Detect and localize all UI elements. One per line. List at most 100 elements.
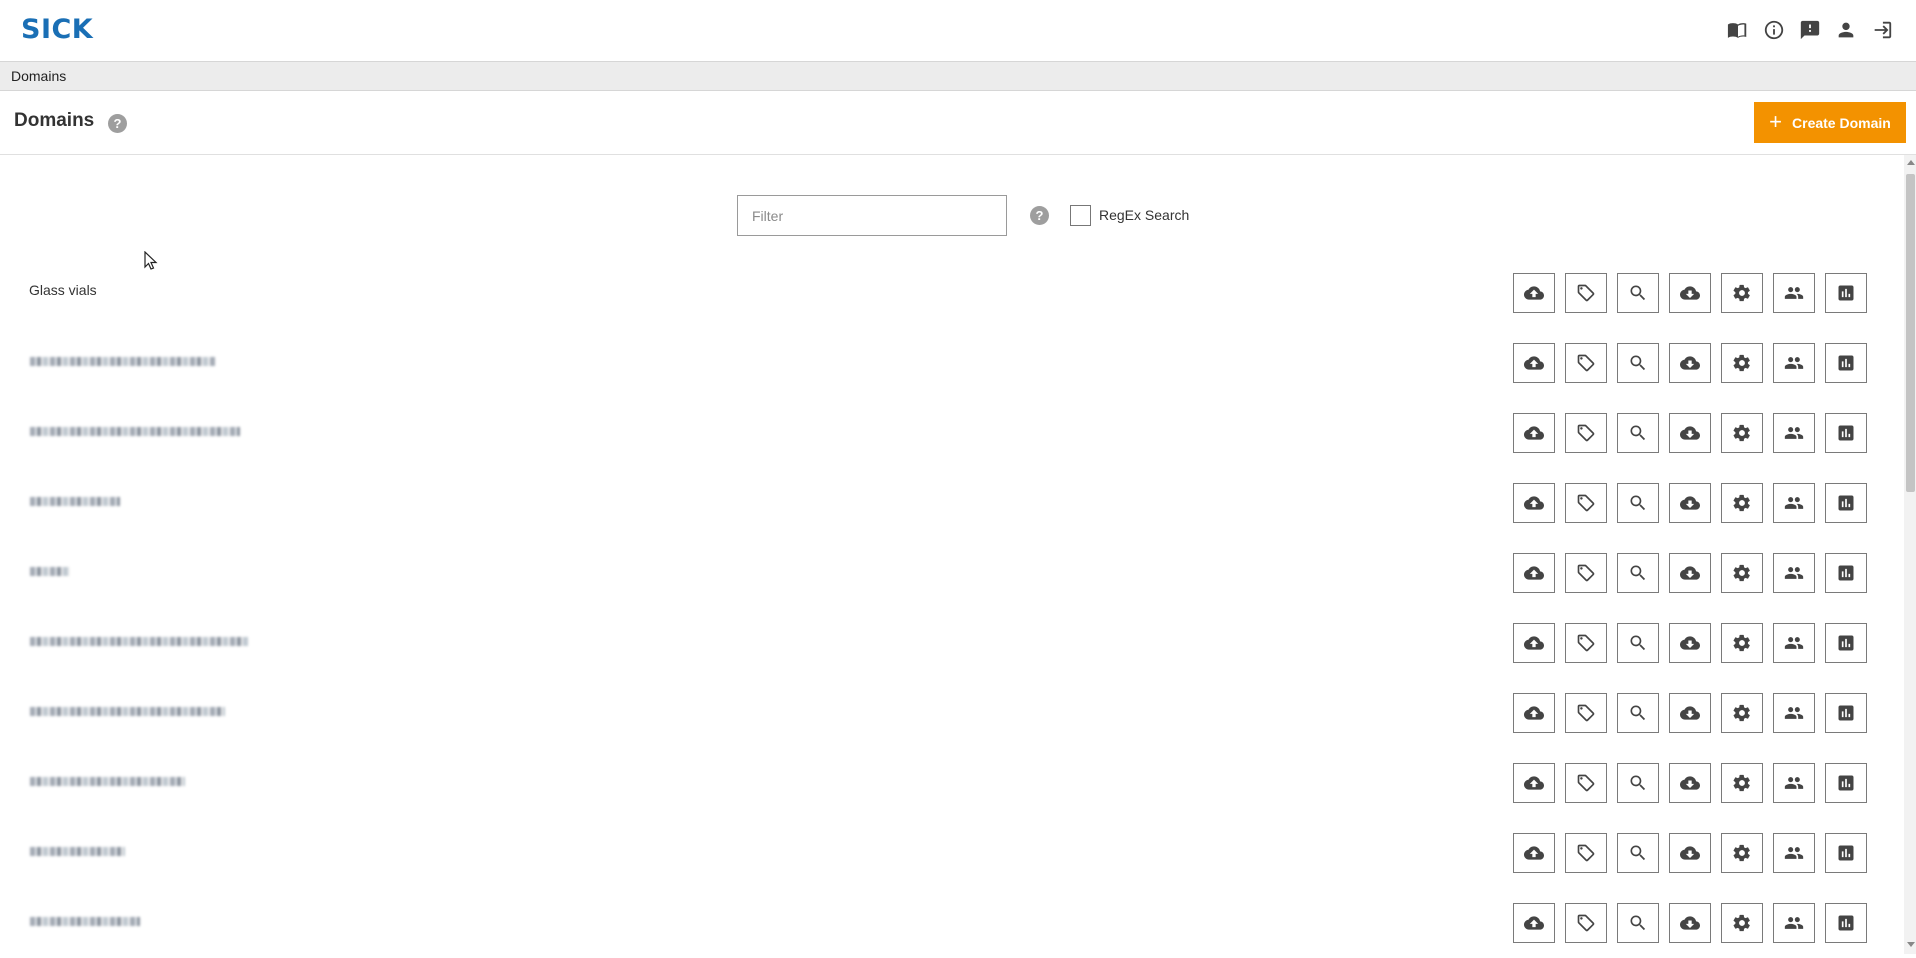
download-button[interactable]: [1669, 693, 1711, 733]
create-domain-button[interactable]: + Create Domain: [1754, 102, 1906, 143]
users-button[interactable]: [1773, 833, 1815, 873]
users-button[interactable]: [1773, 483, 1815, 523]
book-icon[interactable]: [1726, 18, 1750, 42]
download-button[interactable]: [1669, 343, 1711, 383]
settings-icon: [1733, 914, 1750, 932]
users-button[interactable]: [1773, 623, 1815, 663]
domain-name[interactable]: Glass vials: [29, 282, 97, 298]
sick-logo[interactable]: SICK: [21, 14, 93, 45]
logout-icon[interactable]: [1870, 18, 1894, 42]
obscured-domain-name: [30, 917, 140, 926]
upload-button[interactable]: [1513, 763, 1555, 803]
users-button[interactable]: [1773, 903, 1815, 943]
domain-row[interactable]: [0, 748, 1900, 818]
tag-button[interactable]: [1565, 833, 1607, 873]
domain-row[interactable]: [0, 888, 1900, 958]
settings-button[interactable]: [1721, 693, 1763, 733]
tag-button[interactable]: [1565, 553, 1607, 593]
search-button[interactable]: [1617, 693, 1659, 733]
search-button[interactable]: [1617, 833, 1659, 873]
users-button[interactable]: [1773, 693, 1815, 733]
download-button[interactable]: [1669, 413, 1711, 453]
download-button[interactable]: [1669, 483, 1711, 523]
download-button[interactable]: [1669, 833, 1711, 873]
search-button[interactable]: [1617, 343, 1659, 383]
download-button[interactable]: [1669, 623, 1711, 663]
download-button[interactable]: [1669, 903, 1711, 943]
domain-row[interactable]: [0, 398, 1900, 468]
upload-button[interactable]: [1513, 553, 1555, 593]
tag-button[interactable]: [1565, 903, 1607, 943]
users-button[interactable]: [1773, 343, 1815, 383]
users-button[interactable]: [1773, 273, 1815, 313]
settings-button[interactable]: [1721, 833, 1763, 873]
search-button[interactable]: [1617, 903, 1659, 943]
settings-button[interactable]: [1721, 483, 1763, 523]
search-button[interactable]: [1617, 413, 1659, 453]
statistics-button[interactable]: [1825, 343, 1867, 383]
settings-button[interactable]: [1721, 553, 1763, 593]
statistics-button[interactable]: [1825, 623, 1867, 663]
statistics-button[interactable]: [1825, 553, 1867, 593]
upload-button[interactable]: [1513, 343, 1555, 383]
scrollbar-thumb[interactable]: [1906, 174, 1915, 492]
settings-button[interactable]: [1721, 623, 1763, 663]
obscured-domain-name: [30, 357, 215, 366]
filter-help-icon[interactable]: ?: [1030, 206, 1049, 225]
scroll-down-arrow-icon[interactable]: [1907, 942, 1915, 947]
settings-button[interactable]: [1721, 763, 1763, 803]
users-button[interactable]: [1773, 413, 1815, 453]
domain-row[interactable]: [0, 818, 1900, 888]
statistics-button[interactable]: [1825, 833, 1867, 873]
upload-button[interactable]: [1513, 483, 1555, 523]
regex-search-label[interactable]: RegEx Search: [1099, 207, 1189, 223]
statistics-button[interactable]: [1825, 273, 1867, 313]
statistics-button[interactable]: [1825, 413, 1867, 453]
search-button[interactable]: [1617, 483, 1659, 523]
regex-search-checkbox[interactable]: [1070, 205, 1091, 226]
filter-input[interactable]: [737, 195, 1007, 236]
statistics-button[interactable]: [1825, 903, 1867, 943]
search-button[interactable]: [1617, 623, 1659, 663]
statistics-button[interactable]: [1825, 693, 1867, 733]
upload-button[interactable]: [1513, 693, 1555, 733]
tag-button[interactable]: [1565, 623, 1607, 663]
settings-button[interactable]: [1721, 903, 1763, 943]
settings-button[interactable]: [1721, 343, 1763, 383]
users-button[interactable]: [1773, 763, 1815, 803]
download-button[interactable]: [1669, 553, 1711, 593]
search-button[interactable]: [1617, 553, 1659, 593]
scroll-up-arrow-icon[interactable]: [1907, 160, 1915, 165]
upload-button[interactable]: [1513, 623, 1555, 663]
statistics-button[interactable]: [1825, 483, 1867, 523]
domain-row[interactable]: [0, 608, 1900, 678]
download-button[interactable]: [1669, 273, 1711, 313]
user-icon[interactable]: [1834, 18, 1858, 42]
help-icon[interactable]: ?: [108, 114, 127, 133]
domain-row[interactable]: [0, 468, 1900, 538]
users-button[interactable]: [1773, 553, 1815, 593]
statistics-button[interactable]: [1825, 763, 1867, 803]
upload-button[interactable]: [1513, 833, 1555, 873]
tag-button[interactable]: [1565, 693, 1607, 733]
settings-button[interactable]: [1721, 413, 1763, 453]
upload-button[interactable]: [1513, 273, 1555, 313]
upload-button[interactable]: [1513, 903, 1555, 943]
feedback-icon[interactable]: [1798, 18, 1822, 42]
tag-button[interactable]: [1565, 763, 1607, 803]
domain-row[interactable]: [0, 328, 1900, 398]
breadcrumb[interactable]: Domains: [11, 68, 66, 84]
tag-button[interactable]: [1565, 273, 1607, 313]
domain-row[interactable]: [0, 538, 1900, 608]
search-button[interactable]: [1617, 763, 1659, 803]
tag-button[interactable]: [1565, 483, 1607, 523]
upload-button[interactable]: [1513, 413, 1555, 453]
tag-button[interactable]: [1565, 343, 1607, 383]
download-button[interactable]: [1669, 763, 1711, 803]
info-icon[interactable]: [1762, 18, 1786, 42]
domain-row[interactable]: [0, 678, 1900, 748]
search-button[interactable]: [1617, 273, 1659, 313]
domain-row[interactable]: Glass vials: [0, 258, 1900, 328]
tag-button[interactable]: [1565, 413, 1607, 453]
settings-button[interactable]: [1721, 273, 1763, 313]
